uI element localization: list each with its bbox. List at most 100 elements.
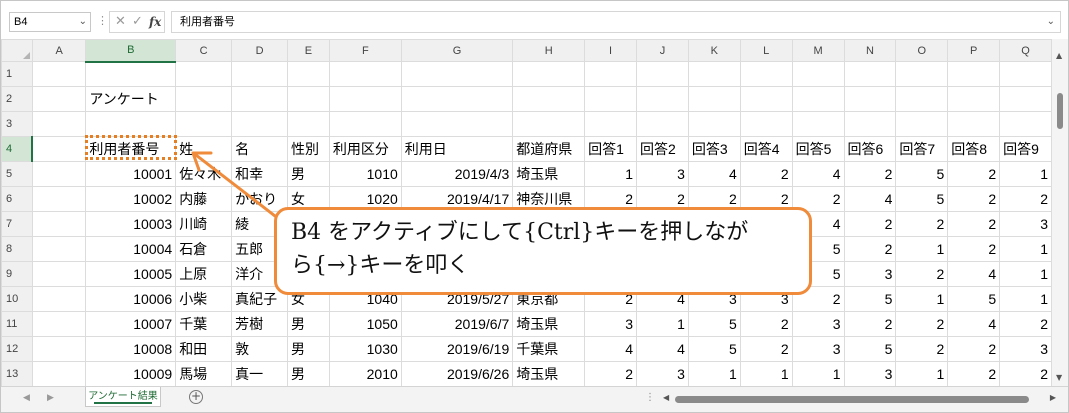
cell[interactable] <box>231 111 288 137</box>
cell[interactable]: 10007 <box>85 311 177 337</box>
cell[interactable] <box>31 311 87 337</box>
column-header-h[interactable]: H <box>512 39 586 62</box>
row-header[interactable]: 10 <box>1 286 33 312</box>
cell[interactable] <box>287 61 330 87</box>
cell[interactable]: 4 <box>843 186 897 212</box>
cell[interactable]: かおり <box>231 186 288 212</box>
cell[interactable] <box>947 61 1001 87</box>
cell[interactable]: 5 <box>895 186 949 212</box>
column-header-e[interactable]: E <box>287 39 330 62</box>
cell[interactable]: 3 <box>636 361 689 387</box>
cell[interactable] <box>791 61 845 87</box>
cell[interactable]: 10004 <box>85 236 177 262</box>
cell[interactable] <box>843 86 897 112</box>
cell[interactable] <box>687 61 741 87</box>
column-header-i[interactable]: I <box>584 39 637 62</box>
cell[interactable]: 2 <box>947 186 1001 212</box>
cell[interactable]: 2 <box>843 161 897 187</box>
cell[interactable]: 男 <box>287 336 330 362</box>
tab-prev-icon[interactable]: ◀ <box>23 393 30 403</box>
cell[interactable]: 性別 <box>287 136 330 162</box>
cell[interactable] <box>85 111 177 137</box>
cell[interactable]: 和田 <box>175 336 233 362</box>
cell[interactable]: 佐々木 <box>175 161 233 187</box>
cell[interactable]: 小柴 <box>175 286 233 312</box>
row-header[interactable]: 6 <box>1 186 33 212</box>
cell[interactable]: 回答6 <box>843 136 897 162</box>
cell[interactable]: 利用日 <box>400 136 514 162</box>
cell[interactable]: 2 <box>895 261 949 287</box>
cell[interactable]: 埼玉県 <box>512 161 586 187</box>
cell[interactable] <box>328 111 402 137</box>
cell[interactable]: 2 <box>947 336 1001 362</box>
column-header-p[interactable]: P <box>947 39 1001 62</box>
cell[interactable] <box>31 336 87 362</box>
row-header[interactable]: 3 <box>1 111 33 137</box>
row-header[interactable]: 9 <box>1 261 33 287</box>
row-header[interactable]: 12 <box>1 336 33 362</box>
cell[interactable]: 1 <box>739 361 793 387</box>
cell[interactable] <box>328 86 402 112</box>
cell[interactable]: 2019/6/19 <box>400 336 514 362</box>
cell[interactable]: 芳樹 <box>231 311 288 337</box>
cell[interactable] <box>843 111 897 137</box>
cell[interactable] <box>739 86 793 112</box>
row-header[interactable]: 8 <box>1 236 33 262</box>
cell[interactable]: 真一 <box>231 361 288 387</box>
cell[interactable]: 2 <box>895 311 949 337</box>
row-header[interactable]: 2 <box>1 86 33 112</box>
cell[interactable] <box>31 186 87 212</box>
cell[interactable] <box>31 111 87 137</box>
cell[interactable]: 千葉 <box>175 311 233 337</box>
cell[interactable]: 2 <box>947 211 1001 237</box>
scroll-down-icon[interactable]: ▼ <box>1056 373 1062 382</box>
cell[interactable]: 2 <box>999 361 1052 387</box>
cell[interactable] <box>400 61 514 87</box>
cell[interactable]: 4 <box>947 261 1001 287</box>
cell[interactable]: 10003 <box>85 211 177 237</box>
cell[interactable]: 1 <box>895 286 949 312</box>
cell[interactable] <box>231 86 288 112</box>
column-header-o[interactable]: O <box>895 39 949 62</box>
cell[interactable]: 2 <box>584 361 637 387</box>
cell[interactable] <box>791 111 845 137</box>
cell[interactable] <box>999 61 1052 87</box>
cell[interactable]: 1030 <box>328 336 402 362</box>
cell[interactable]: 2019/4/3 <box>400 161 514 187</box>
cell[interactable]: 回答3 <box>687 136 741 162</box>
cell[interactable]: 2 <box>999 186 1052 212</box>
cell[interactable]: 5 <box>687 336 741 362</box>
sheet-tab-active[interactable]: アンケート結果 <box>85 387 161 407</box>
cell[interactable]: 2 <box>739 161 793 187</box>
row-header[interactable]: 4 <box>1 136 34 162</box>
cell[interactable]: 3 <box>584 311 637 337</box>
insert-function-icon[interactable]: fx <box>149 12 161 32</box>
cell[interactable]: 3 <box>791 336 845 362</box>
cell[interactable] <box>895 111 949 137</box>
cell[interactable]: 5 <box>947 286 1001 312</box>
cell[interactable]: 1010 <box>328 161 402 187</box>
cell[interactable]: 千葉県 <box>512 336 586 362</box>
cell[interactable]: 2 <box>895 336 949 362</box>
cell[interactable]: 2 <box>947 361 1001 387</box>
cell[interactable] <box>31 61 87 87</box>
cell[interactable]: 2 <box>895 211 949 237</box>
tab-next-icon[interactable]: ▶ <box>47 393 54 403</box>
column-header-n[interactable]: N <box>843 39 897 62</box>
horizontal-scroll-thumb[interactable] <box>675 396 1029 403</box>
tab-splitter-handle[interactable]: ⋮ <box>645 392 655 403</box>
cell[interactable]: 名 <box>231 136 288 162</box>
cell[interactable]: 馬場 <box>175 361 233 387</box>
cell[interactable] <box>843 61 897 87</box>
cell[interactable]: 1 <box>584 161 637 187</box>
vertical-scrollbar[interactable]: ▲ ▼ <box>1052 39 1068 386</box>
cancel-icon[interactable]: ✕ <box>115 12 126 32</box>
cell[interactable] <box>687 111 741 137</box>
scroll-left-icon[interactable]: ◀ <box>663 393 669 402</box>
cell[interactable]: 内藤 <box>175 186 233 212</box>
column-header-k[interactable]: K <box>687 39 741 62</box>
cell[interactable]: 2019/6/7 <box>400 311 514 337</box>
cell[interactable]: 4 <box>791 161 845 187</box>
cell[interactable]: 10005 <box>85 261 177 287</box>
row-header[interactable]: 11 <box>1 311 33 337</box>
